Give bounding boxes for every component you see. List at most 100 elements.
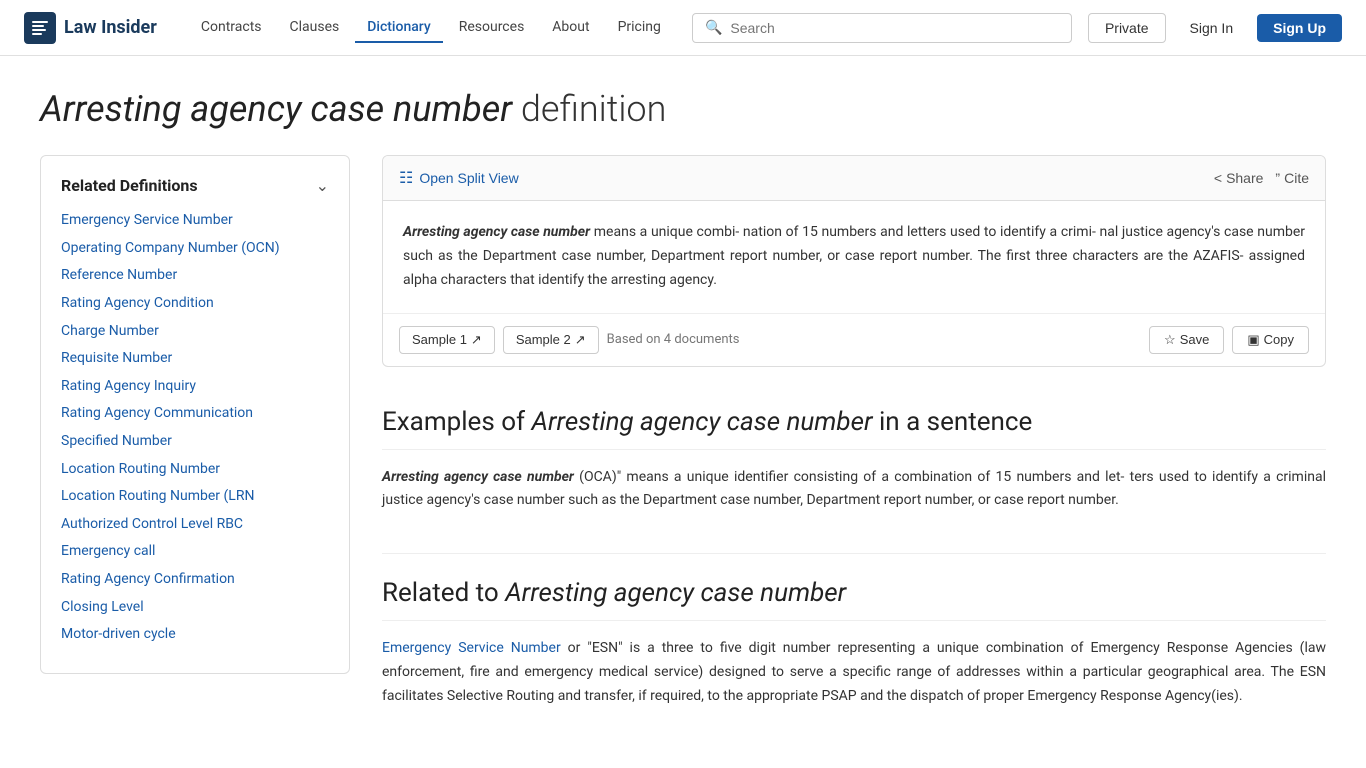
sidebar-toggle-icon[interactable]: ⌄ [316, 176, 329, 195]
nav-contracts[interactable]: Contracts [189, 13, 274, 43]
sidebar-link-2[interactable]: Reference Number [61, 266, 329, 286]
sidebar-link-12[interactable]: Emergency call [61, 542, 329, 562]
related-link[interactable]: Emergency Service Number [382, 640, 561, 656]
related-heading: Related to Arresting agency case number [382, 578, 1326, 621]
sidebar-link-6[interactable]: Rating Agency Inquiry [61, 377, 329, 397]
sidebar-link-8[interactable]: Specified Number [61, 432, 329, 452]
external-link-icon-2: ↗ [575, 332, 586, 348]
sample1-button[interactable]: Sample 1 ↗ [399, 326, 495, 354]
private-button[interactable]: Private [1088, 13, 1166, 43]
list-item: Emergency call [61, 542, 329, 562]
page-title-italic: Arresting agency case number [40, 88, 512, 130]
list-item: Rating Agency Condition [61, 294, 329, 314]
list-item: Specified Number [61, 432, 329, 452]
sidebar-link-15[interactable]: Motor-driven cycle [61, 625, 329, 645]
card-actions: < Share ” Cite [1214, 170, 1309, 186]
example-text: Arresting agency case number (OCA)" mean… [382, 466, 1326, 514]
related-section: Related to Arresting agency case number … [382, 578, 1326, 708]
list-item: Charge Number [61, 322, 329, 342]
content-area: Related Definitions ⌄ Emergency Service … [0, 155, 1366, 748]
cite-label: Cite [1284, 170, 1309, 186]
footer-actions: ☆ Save ▣ Copy [1149, 326, 1309, 354]
cite-button[interactable]: ” Cite [1275, 170, 1309, 186]
definition-card-header: ☷ Open Split View < Share ” Cite [383, 156, 1325, 201]
examples-section: Examples of Arresting agency case number… [382, 407, 1326, 514]
sidebar-link-9[interactable]: Location Routing Number [61, 460, 329, 480]
share-label: Share [1226, 170, 1263, 186]
nav-dictionary[interactable]: Dictionary [355, 13, 442, 43]
copy-label: Copy [1264, 332, 1294, 347]
examples-heading-plain: Examples of [382, 407, 532, 437]
definition-body: Arresting agency case number means a uni… [383, 201, 1325, 312]
copy-icon: ▣ [1247, 332, 1259, 348]
page-title-plain: definition [512, 88, 666, 130]
related-text: Emergency Service Number or "ESN" is a t… [382, 637, 1326, 708]
nav-pricing[interactable]: Pricing [606, 13, 673, 43]
share-icon: < [1214, 170, 1222, 186]
sidebar-link-3[interactable]: Rating Agency Condition [61, 294, 329, 314]
sidebar-link-0[interactable]: Emergency Service Number [61, 211, 329, 231]
section-divider [382, 553, 1326, 554]
main-content: ☷ Open Split View < Share ” Cite Arres [350, 155, 1326, 708]
sidebar-link-10[interactable]: Location Routing Number (LRN [61, 487, 329, 507]
logo-icon [24, 12, 56, 44]
list-item: Rating Agency Communication [61, 404, 329, 424]
open-split-label: Open Split View [419, 170, 518, 186]
related-heading-plain: Related to [382, 578, 505, 608]
list-item: Authorized Control Level RBC [61, 515, 329, 535]
list-item: Location Routing Number [61, 460, 329, 480]
signup-button[interactable]: Sign Up [1257, 14, 1342, 42]
save-button[interactable]: ☆ Save [1149, 326, 1224, 354]
cite-icon: ” [1275, 170, 1280, 186]
sidebar-link-4[interactable]: Charge Number [61, 322, 329, 342]
examples-heading-end: in a sentence [873, 407, 1033, 437]
signin-button[interactable]: Sign In [1174, 14, 1250, 42]
definition-text: Arresting agency case number means a uni… [403, 221, 1305, 292]
share-button[interactable]: < Share [1214, 170, 1264, 186]
sidebar-link-5[interactable]: Requisite Number [61, 349, 329, 369]
sidebar-link-11[interactable]: Authorized Control Level RBC [61, 515, 329, 535]
examples-heading-italic: Arresting agency case number [532, 407, 873, 437]
list-item: Rating Agency Inquiry [61, 377, 329, 397]
definition-footer: Sample 1 ↗ Sample 2 ↗ Based on 4 documen… [383, 313, 1325, 366]
nav-resources[interactable]: Resources [447, 13, 537, 43]
page-title-area: Arresting agency case number definition [0, 56, 1366, 155]
sidebar-link-14[interactable]: Closing Level [61, 598, 329, 618]
copy-button[interactable]: ▣ Copy [1232, 326, 1309, 354]
search-input[interactable] [730, 20, 1059, 36]
sidebar-link-1[interactable]: Operating Company Number (OCN) [61, 239, 329, 259]
sample1-label: Sample 1 [412, 332, 467, 347]
sample2-button[interactable]: Sample 2 ↗ [503, 326, 599, 354]
logo-link[interactable]: Law Insider [24, 12, 157, 44]
sample2-label: Sample 2 [516, 332, 571, 347]
sidebar: Related Definitions ⌄ Emergency Service … [40, 155, 350, 674]
page-title: Arresting agency case number definition [40, 88, 1326, 131]
open-split-button[interactable]: ☷ Open Split View [399, 168, 519, 188]
list-item: Motor-driven cycle [61, 625, 329, 645]
navbar-actions: Private Sign In Sign Up [1088, 13, 1342, 43]
sidebar-title: Related Definitions [61, 176, 198, 195]
list-item: Operating Company Number (OCN) [61, 239, 329, 259]
list-item: Requisite Number [61, 349, 329, 369]
sidebar-link-13[interactable]: Rating Agency Confirmation [61, 570, 329, 590]
split-view-icon: ☷ [399, 168, 413, 188]
related-heading-italic: Arresting agency case number [505, 578, 846, 608]
list-item: Closing Level [61, 598, 329, 618]
list-item: Rating Agency Confirmation [61, 570, 329, 590]
based-on-text: Based on 4 documents [607, 332, 740, 347]
sidebar-link-7[interactable]: Rating Agency Communication [61, 404, 329, 424]
save-label: Save [1180, 332, 1210, 347]
examples-heading: Examples of Arresting agency case number… [382, 407, 1326, 450]
sidebar-header: Related Definitions ⌄ [61, 176, 329, 195]
search-icon: 🔍 [705, 20, 722, 36]
nav-clauses[interactable]: Clauses [278, 13, 352, 43]
star-icon: ☆ [1164, 332, 1176, 348]
sample-buttons: Sample 1 ↗ Sample 2 ↗ Based on 4 documen… [399, 326, 740, 354]
nav-about[interactable]: About [540, 13, 601, 43]
search-bar: 🔍 [692, 13, 1072, 43]
definition-term: Arresting agency case number [403, 224, 590, 240]
external-link-icon-1: ↗ [471, 332, 482, 348]
logo-text: Law Insider [64, 17, 157, 38]
example-term: Arresting agency case number [382, 469, 574, 485]
sidebar-list: Emergency Service Number Operating Compa… [61, 211, 329, 645]
